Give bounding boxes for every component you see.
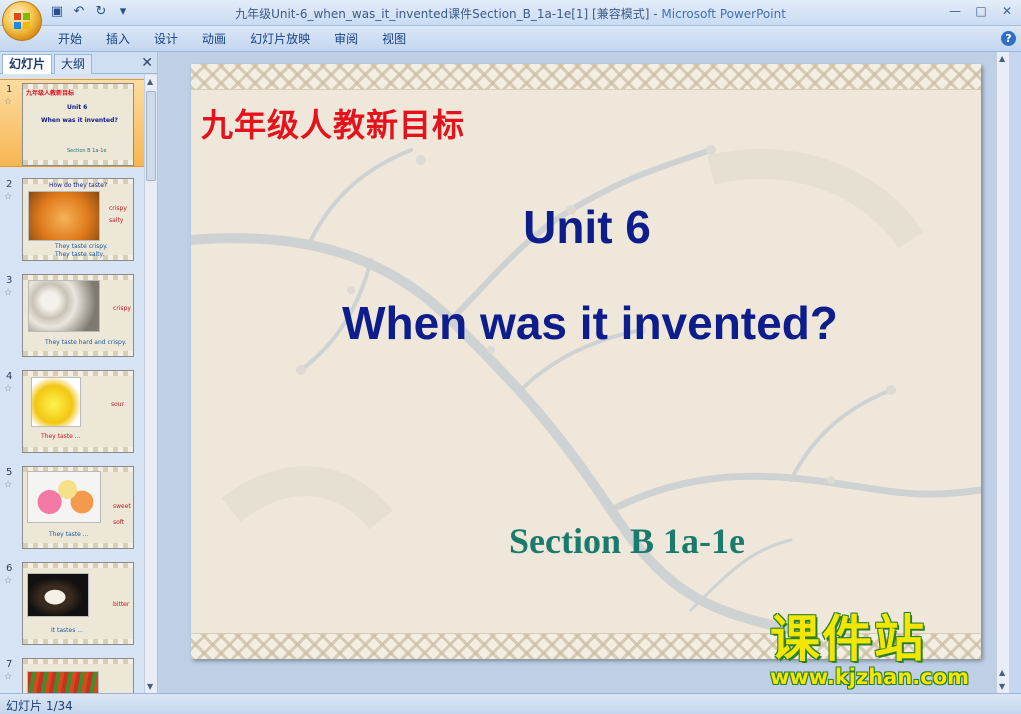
window-controls: — □ ✕ <box>947 3 1015 19</box>
thumb-title: How do they taste? <box>49 182 108 189</box>
animation-star-icon: ☆ <box>4 384 13 394</box>
slide-tag[interactable]: 九年级人教新目标 <box>201 100 465 146</box>
app-name: Microsoft PowerPoint <box>661 7 786 21</box>
scroll-down-icon[interactable]: ▼ <box>147 682 153 691</box>
slide-thumbnail[interactable]: sweet soft They taste ... <box>22 466 134 549</box>
thumbnail-row[interactable]: 1 ☆ 九年级人教新目标 Unit 6 When was it invented… <box>0 79 144 167</box>
tab-slides[interactable]: 幻灯片 <box>2 54 53 74</box>
thumbnail-scrollbar[interactable]: ▲ ▼ <box>144 75 157 693</box>
help-icon[interactable]: ? <box>1001 31 1016 46</box>
minimize-icon[interactable]: — <box>947 3 963 19</box>
thumb-note: Section B 1a-1e <box>67 148 107 154</box>
office-logo-icon <box>14 13 30 29</box>
thumb-caption: They taste salty. <box>55 251 105 258</box>
slide-border-top <box>191 64 981 90</box>
slide-number: 1 <box>6 84 13 95</box>
tab-design[interactable]: 设计 <box>142 32 190 46</box>
watermark: 课件站 www.kjzhan.com <box>770 612 1010 692</box>
slide-number: 6 <box>6 563 13 574</box>
tab-review[interactable]: 审阅 <box>322 32 370 46</box>
thumb-subtitle: When was it invented? <box>41 117 118 124</box>
title-separator: - <box>653 7 658 21</box>
thumb-word: sweet <box>113 503 131 510</box>
thumb-word: sour <box>111 401 125 408</box>
slide-number: 7 <box>6 659 13 670</box>
thumb-caption: They taste crispy. <box>55 243 108 250</box>
slide-thumbnail[interactable]: bitter It tastes ... <box>22 562 134 645</box>
animation-star-icon: ☆ <box>4 97 13 107</box>
animation-star-icon: ☆ <box>4 288 13 298</box>
thumb-title: Unit 6 <box>67 104 88 111</box>
maximize-icon[interactable]: □ <box>973 3 989 19</box>
slide-question[interactable]: When was it invented? <box>191 296 981 350</box>
thumb-word: crispy <box>113 305 131 312</box>
scroll-thumb[interactable] <box>146 91 156 181</box>
thumb-word: soft <box>113 519 125 526</box>
scroll-up-icon[interactable]: ▲ <box>147 77 153 86</box>
tab-view[interactable]: 视图 <box>370 32 418 46</box>
slide-number: 5 <box>6 467 13 478</box>
thumbnail-row[interactable]: 2 ☆ How do they taste? crispy salty They… <box>0 175 144 263</box>
tab-outline[interactable]: 大纲 <box>54 54 93 74</box>
slide-thumbnail[interactable]: 九年级人教新目标 Unit 6 When was it invented? Se… <box>22 83 134 166</box>
thumb-tag: 九年级人教新目标 <box>26 90 75 97</box>
window-title: 九年级Unit-6_when_was_it_invented课件Section_… <box>0 5 1021 22</box>
animation-star-icon: ☆ <box>4 192 13 202</box>
slide-section[interactable]: Section B 1a-1e <box>509 520 745 562</box>
thumb-caption: They taste ... <box>41 433 81 440</box>
slide-thumbnail[interactable]: sour They taste ... <box>22 370 134 453</box>
lemon-image <box>31 377 81 427</box>
slide-number: 3 <box>6 275 13 286</box>
tab-slide-show[interactable]: 幻灯片放映 <box>238 32 322 46</box>
office-button[interactable] <box>2 1 42 41</box>
title-bar: ▣ ↶ ↻ ▾ 九年级Unit-6_when_was_it_invented课件… <box>0 0 1021 41</box>
close-icon[interactable]: ✕ <box>999 3 1015 19</box>
thumbnail-row[interactable]: 4 ☆ sour They taste ... <box>0 367 144 455</box>
tab-insert[interactable]: 插入 <box>94 32 142 46</box>
ribbon-tabs: 开始 插入 设计 动画 幻灯片放映 审阅 视图 ? <box>0 26 1021 52</box>
food-image <box>28 280 100 332</box>
slides-panel: 幻灯片 大纲 ✕ 1 ☆ 九年级人教新目标 Unit 6 When was it… <box>0 52 158 693</box>
slide-number: 4 <box>6 371 13 382</box>
current-slide[interactable]: 九年级人教新目标 Unit 6 When was it invented? Se… <box>191 64 981 659</box>
thumb-caption: It tastes ... <box>51 627 83 634</box>
animation-star-icon: ☆ <box>4 480 13 490</box>
slide-thumbnail[interactable]: crispy They taste hard and crispy. <box>22 274 134 357</box>
thumb-word: crispy <box>109 205 127 212</box>
food-image <box>28 191 100 241</box>
tab-home[interactable]: 开始 <box>46 32 94 46</box>
slide-number: 2 <box>6 179 13 190</box>
slide-scrollbar[interactable]: ▲ ▲ ▼ <box>996 52 1009 693</box>
thumbnail-row[interactable]: 6 ☆ bitter It tastes ... <box>0 559 144 647</box>
slide-unit-title[interactable]: Unit 6 <box>191 200 981 254</box>
slide-thumbnail[interactable] <box>22 658 134 693</box>
thumbnail-row[interactable]: 7 ☆ <box>0 655 144 693</box>
status-bar: 幻灯片 1/34 <box>0 693 1021 714</box>
ice-cream-image <box>27 471 101 523</box>
slide-editor: 九年级人教新目标 Unit 6 When was it invented? Se… <box>159 52 1009 693</box>
panel-close-icon[interactable]: ✕ <box>141 55 153 71</box>
thumb-caption: They taste ... <box>49 531 89 538</box>
thumb-caption: They taste hard and crispy. <box>45 339 127 346</box>
thumb-word: salty <box>109 217 124 224</box>
thumbnail-row[interactable]: 5 ☆ sweet soft They taste ... <box>0 463 144 551</box>
peppers-image <box>27 671 99 693</box>
document-name: 九年级Unit-6_when_was_it_invented课件Section_… <box>235 7 650 21</box>
thumbnail-list: 1 ☆ 九年级人教新目标 Unit 6 When was it invented… <box>0 75 144 693</box>
animation-star-icon: ☆ <box>4 672 13 682</box>
tab-animations[interactable]: 动画 <box>190 32 238 46</box>
slide-counter: 幻灯片 1/34 <box>6 699 73 713</box>
thumb-word: bitter <box>113 601 130 608</box>
slide-thumbnail[interactable]: How do they taste? crispy salty They tas… <box>22 178 134 261</box>
scroll-up-icon[interactable]: ▲ <box>999 54 1005 63</box>
coffee-image <box>27 573 89 617</box>
animation-star-icon: ☆ <box>4 576 13 586</box>
thumbnail-row[interactable]: 3 ☆ crispy They taste hard and crispy. <box>0 271 144 359</box>
watermark-url: www.kjzhan.com <box>770 665 970 689</box>
watermark-logo: 课件站 <box>770 610 926 668</box>
